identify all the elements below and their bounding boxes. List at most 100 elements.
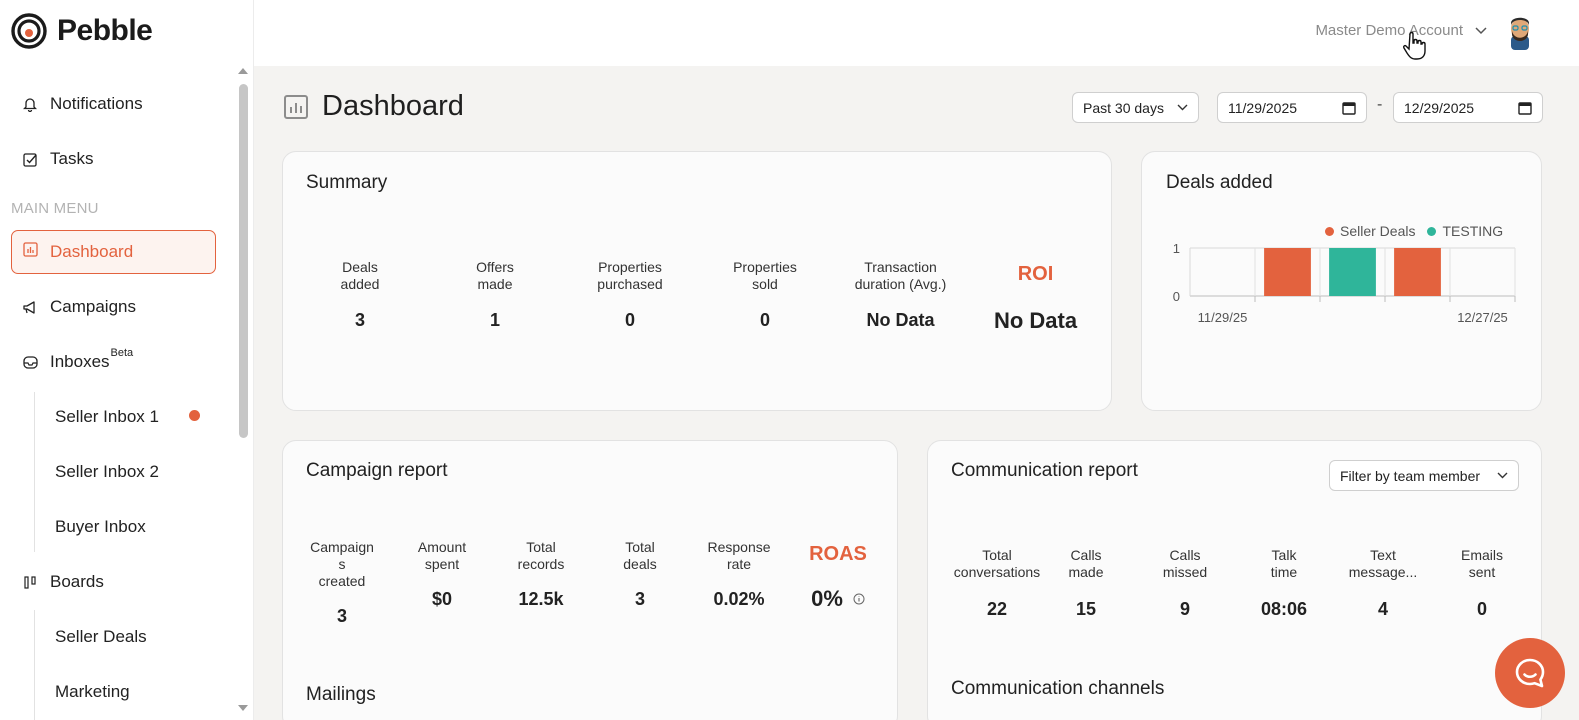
stat-text-messages: Text message... 4 bbox=[1338, 547, 1428, 620]
start-date-input[interactable]: 11/29/2025 bbox=[1217, 92, 1367, 123]
team-member-filter-label: Filter by team member bbox=[1340, 467, 1481, 484]
sidebar-subitem-seller-inbox-2[interactable]: Seller Inbox 2 bbox=[55, 462, 159, 482]
account-switcher[interactable]: Master Demo Account bbox=[1315, 22, 1487, 39]
chart-icon bbox=[23, 242, 38, 262]
communication-report-card: Communication report Filter by team memb… bbox=[927, 440, 1542, 720]
stat-label: Total deals bbox=[623, 539, 657, 572]
mailings-title: Mailings bbox=[306, 684, 376, 705]
page-title: Dashboard bbox=[322, 90, 464, 122]
stat-properties-purchased: Properties purchased 0 bbox=[570, 259, 690, 331]
calendar-icon[interactable] bbox=[1342, 101, 1356, 115]
deals-added-card: Deals added Seller Deals TESTING 1 0 11/29… bbox=[1141, 151, 1542, 411]
inbox-icon bbox=[22, 354, 38, 370]
info-icon[interactable] bbox=[853, 593, 865, 605]
stat-label: Calls made bbox=[1068, 547, 1104, 580]
stat-label: Talk time bbox=[1270, 547, 1298, 580]
sidebar-subitem-buyer-inbox[interactable]: Buyer Inbox bbox=[55, 517, 146, 537]
stat-label: Amount spent bbox=[417, 539, 467, 572]
bell-icon bbox=[22, 96, 38, 112]
stat-total-records: Total records 12.5k bbox=[491, 539, 591, 610]
topbar: Master Demo Account bbox=[254, 0, 1579, 66]
stat-amount-spent: Amount spent $0 bbox=[397, 539, 487, 610]
inboxes-label: Inboxes bbox=[50, 352, 110, 371]
stat-label: Campaign s created bbox=[310, 539, 374, 589]
stat-value: 08:06 bbox=[1260, 599, 1308, 619]
sidebar-subitem-marketing[interactable]: Marketing bbox=[55, 682, 130, 702]
bar-testing bbox=[1329, 248, 1376, 296]
sidebar-item-boards[interactable]: Boards bbox=[22, 572, 104, 592]
board-icon bbox=[22, 574, 38, 590]
sidebar-item-label: Campaigns bbox=[50, 297, 136, 316]
sidebar-item-notifications[interactable]: Notifications bbox=[22, 94, 143, 114]
sidebar-item-label: Notifications bbox=[50, 94, 143, 113]
stat-value: $0 bbox=[431, 589, 453, 609]
calendar-icon[interactable] bbox=[1518, 101, 1532, 115]
pointer-cursor-icon bbox=[1403, 31, 1427, 66]
stat-label: Properties sold bbox=[733, 259, 797, 292]
sidebar-item-label: Boards bbox=[50, 572, 104, 591]
avatar[interactable] bbox=[1505, 14, 1535, 50]
stat-value: No Data bbox=[866, 310, 935, 330]
stat-response-rate: Response rate 0.02% bbox=[689, 539, 789, 610]
campaign-report-card: Campaign report Campaign s created 3 Amoun… bbox=[282, 440, 898, 720]
stat-value: 0 bbox=[1476, 599, 1487, 619]
stat-value: 3 bbox=[634, 589, 645, 609]
account-name: Master Demo Account bbox=[1315, 22, 1463, 39]
stat-value: 3 bbox=[354, 310, 365, 330]
communication-channels-title: Communication channels bbox=[951, 678, 1165, 699]
x-tick-label: 11/29/25 bbox=[1198, 310, 1248, 325]
date-separator: - bbox=[1377, 96, 1383, 113]
stat-emails-sent: Emails sent 0 bbox=[1437, 547, 1527, 620]
stat-label: Total conversations bbox=[953, 547, 1041, 580]
sidebar: Pebble Notifications Tasks MAIN MENU Das… bbox=[0, 0, 254, 720]
summary-card: Summary Deals added 3 Offers made 1 Proper… bbox=[282, 151, 1112, 411]
stat-value: 12.5k bbox=[518, 589, 564, 609]
x-tick-label: 12/27/25 bbox=[1457, 310, 1508, 325]
deals-added-title: Deals added bbox=[1166, 172, 1273, 193]
sidebar-subitem-seller-inbox-1[interactable]: Seller Inbox 1 bbox=[55, 407, 159, 427]
help-chat-button[interactable] bbox=[1495, 638, 1565, 708]
end-date-input[interactable]: 12/29/2025 bbox=[1393, 92, 1543, 123]
sidebar-item-label: Dashboard bbox=[50, 242, 134, 261]
stat-label: Deals added bbox=[340, 259, 380, 292]
stat-value: 0 bbox=[759, 310, 770, 330]
submenu-line bbox=[34, 392, 35, 552]
stat-value: 4 bbox=[1377, 599, 1388, 619]
bar-seller-deals bbox=[1264, 248, 1311, 296]
beta-badge: Beta bbox=[110, 347, 134, 359]
logo[interactable]: Pebble bbox=[10, 12, 153, 50]
scroll-down-arrow-icon[interactable] bbox=[238, 705, 248, 711]
sidebar-subitem-seller-deals[interactable]: Seller Deals bbox=[55, 627, 147, 647]
bar-seller-deals bbox=[1394, 248, 1441, 296]
date-range-select[interactable]: Past 30 days bbox=[1072, 92, 1199, 123]
stat-label: Calls missed bbox=[1162, 547, 1208, 580]
chat-bubble-icon bbox=[1515, 658, 1545, 688]
scrollbar-thumb[interactable] bbox=[239, 84, 248, 438]
sidebar-item-dashboard[interactable]: Dashboard bbox=[11, 230, 216, 274]
stat-talk-time: Talk time 08:06 bbox=[1239, 547, 1329, 620]
sidebar-item-inboxes[interactable]: InboxesBeta bbox=[22, 347, 133, 372]
roi-label: ROI bbox=[1017, 263, 1054, 285]
sidebar-item-label: InboxesBeta bbox=[50, 347, 133, 372]
roi-value: No Data bbox=[993, 308, 1078, 333]
summary-title: Summary bbox=[306, 172, 388, 193]
section-label-main-menu: MAIN MENU bbox=[11, 200, 99, 217]
submenu-line bbox=[34, 610, 35, 720]
team-member-filter[interactable]: Filter by team member bbox=[1329, 460, 1519, 491]
stat-label: Emails sent bbox=[1460, 547, 1503, 580]
stat-label: Transaction duration (Avg.) bbox=[854, 259, 947, 292]
stat-value: 9 bbox=[1179, 599, 1190, 619]
stat-label: Text message... bbox=[1348, 547, 1418, 580]
stat-total-deals: Total deals 3 bbox=[595, 539, 685, 610]
y-tick-label: 0 bbox=[1173, 289, 1180, 304]
roas-value: 0% bbox=[811, 586, 843, 611]
sidebar-item-campaigns[interactable]: Campaigns bbox=[22, 297, 136, 317]
scroll-up-arrow-icon[interactable] bbox=[238, 68, 248, 74]
stat-properties-sold: Properties sold 0 bbox=[705, 259, 825, 331]
stat-calls-missed: Calls missed 9 bbox=[1140, 547, 1230, 620]
start-date-value: 11/29/2025 bbox=[1228, 99, 1298, 116]
sidebar-item-tasks[interactable]: Tasks bbox=[22, 149, 93, 169]
stat-label: Properties purchased bbox=[597, 259, 663, 292]
stat-label: Response rate bbox=[707, 539, 771, 572]
stat-value: 0 bbox=[624, 310, 635, 330]
